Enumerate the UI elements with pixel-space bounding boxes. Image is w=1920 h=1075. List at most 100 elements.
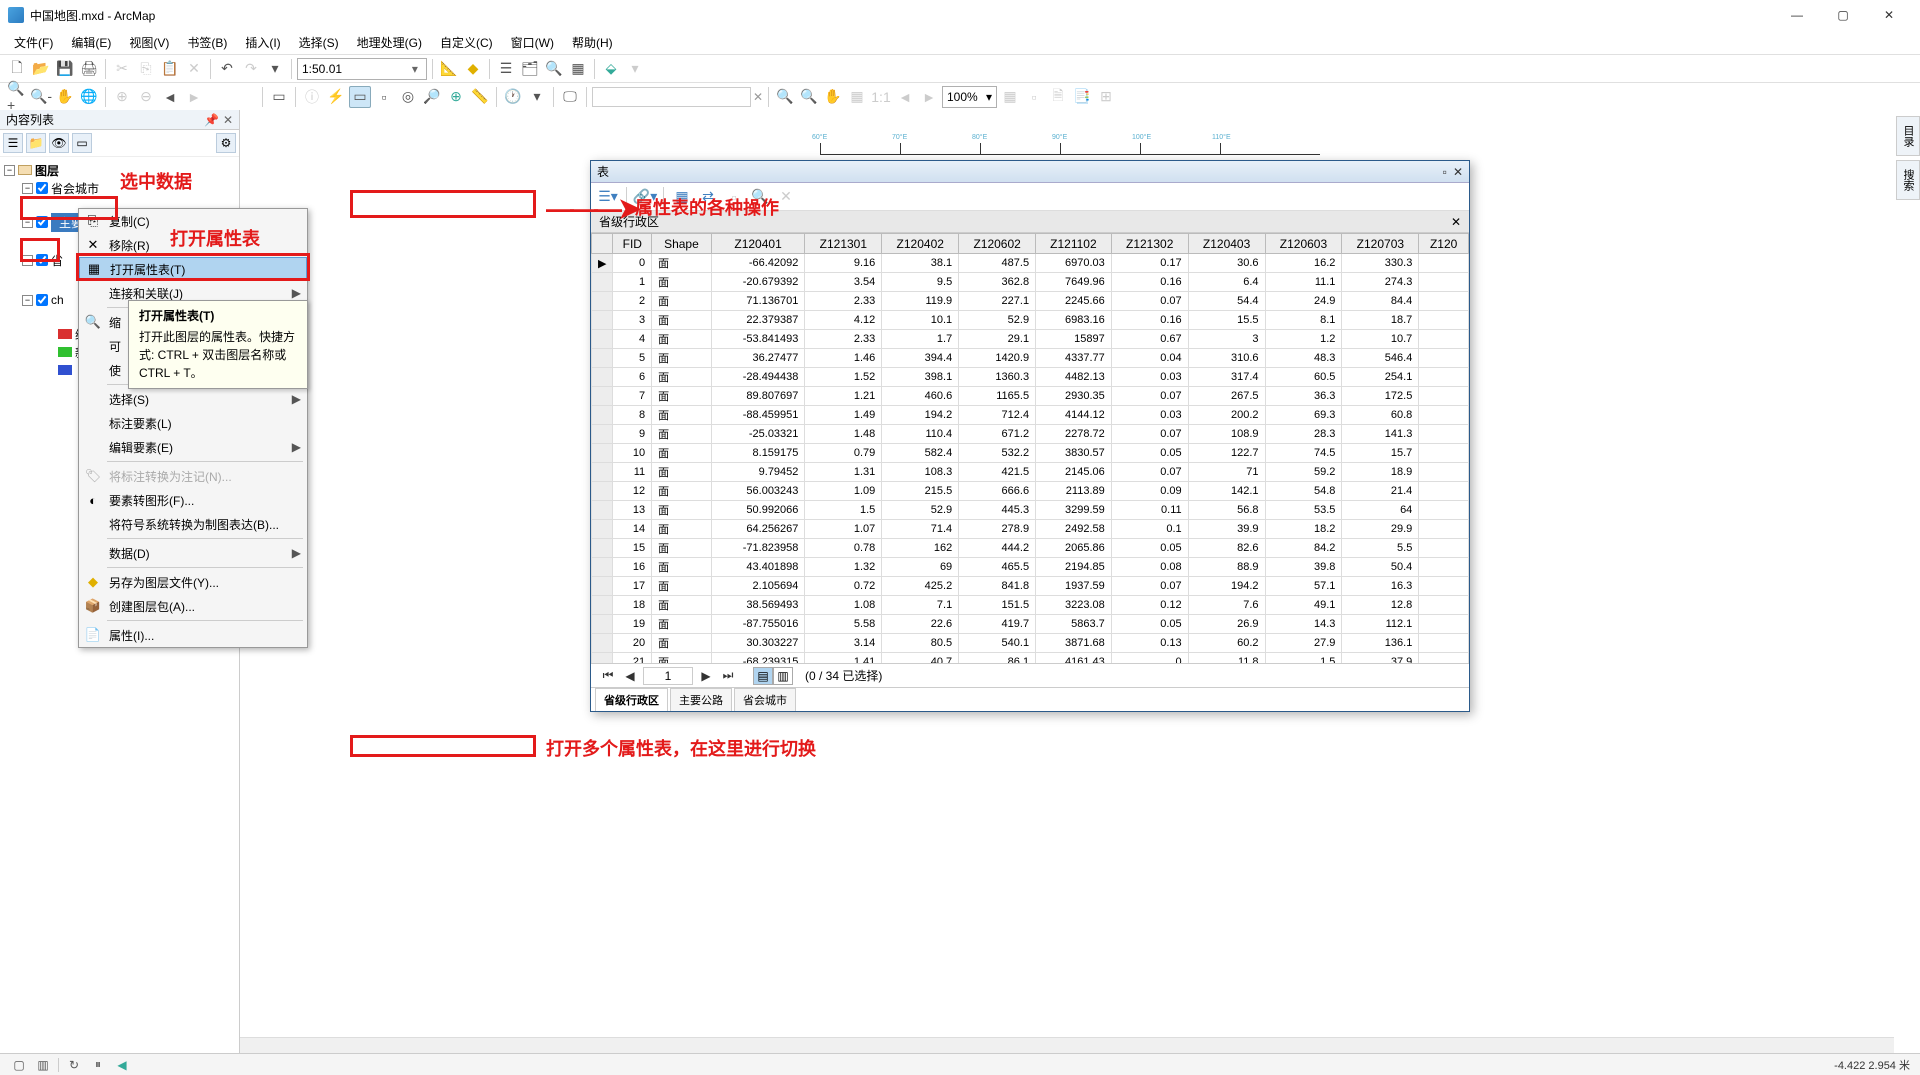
attribute-table-tab[interactable]: 省级行政区 — [595, 688, 668, 711]
layer-checkbox[interactable] — [36, 182, 48, 194]
table-row[interactable]: 11面9.794521.31108.3421.52145.060.077159.… — [592, 463, 1469, 482]
table-row[interactable]: 9面-25.033211.48110.4671.22278.720.07108.… — [592, 425, 1469, 444]
editor-toolbar-btn[interactable]: 📐 — [438, 58, 460, 80]
copy-button[interactable]: ⎘ — [135, 58, 157, 80]
undo-dropdown[interactable]: ▾ — [264, 58, 286, 80]
select-features-button[interactable]: ▭ — [349, 86, 371, 108]
cut-button[interactable]: ✂ — [111, 58, 133, 80]
table-row[interactable]: 18面38.5694931.087.1151.53223.080.127.649… — [592, 596, 1469, 615]
delete-button[interactable]: ✕ — [183, 58, 205, 80]
go-to-xy-button[interactable]: ⊕ — [445, 86, 467, 108]
scale-dropdown-icon[interactable]: ▾ — [408, 62, 422, 76]
close-button[interactable]: ✕ — [1866, 0, 1912, 30]
column-header[interactable]: Z120602 — [959, 234, 1036, 254]
attribute-table-tab[interactable]: 省会城市 — [734, 688, 796, 711]
pan-button[interactable]: ✋ — [54, 86, 76, 108]
column-header[interactable]: Z120603 — [1265, 234, 1342, 254]
record-number-input[interactable] — [643, 667, 693, 685]
python-button[interactable]: ▦ — [567, 58, 589, 80]
table-grid[interactable]: FIDShapeZ120401Z121301Z120402Z120602Z121… — [591, 233, 1469, 663]
layer-checkbox[interactable] — [36, 254, 48, 266]
save-button[interactable]: 💾 — [54, 58, 76, 80]
menu-item[interactable]: 自定义(C) — [432, 31, 501, 54]
menu-item[interactable]: 文件(F) — [6, 31, 61, 54]
change-layout[interactable]: 🗎 — [1047, 86, 1069, 108]
menu-item[interactable]: 插入(I) — [237, 31, 288, 54]
expand-icon[interactable]: − — [22, 217, 33, 228]
print-button[interactable]: 🖨 — [78, 58, 100, 80]
next-record-button[interactable]: ▶ — [697, 667, 715, 685]
find-button[interactable]: 🔎 — [421, 86, 443, 108]
ctx-convert-symbology[interactable]: 将符号系统转换为制图表达(B)... — [79, 512, 307, 536]
table-row[interactable]: 2面71.1367012.33119.9227.12245.660.0754.4… — [592, 292, 1469, 311]
more-button[interactable]: ▾ — [624, 58, 646, 80]
ctx-properties[interactable]: 📄属性(I)... — [79, 623, 307, 647]
focus-data-frame[interactable]: ▫ — [1023, 86, 1045, 108]
ctx-selection[interactable]: 选择(S)▶ — [79, 387, 307, 411]
column-header[interactable]: Shape — [652, 234, 712, 254]
related-tables-button[interactable]: 🔗▾ — [634, 186, 656, 208]
last-record-button[interactable]: ⏭ — [719, 667, 737, 685]
clear-selection-button[interactable]: ▫ — [373, 86, 395, 108]
column-header[interactable] — [592, 234, 613, 254]
table-row[interactable]: 7面89.8076971.21460.61165.52930.350.07267… — [592, 387, 1469, 406]
back-button[interactable]: ◄ — [159, 86, 181, 108]
menu-item[interactable]: 窗口(W) — [503, 31, 562, 54]
maximize-button[interactable]: ▢ — [1820, 0, 1866, 30]
table-row[interactable]: 17面2.1056940.72425.2841.81937.590.07194.… — [592, 577, 1469, 596]
ctx-label-features[interactable]: 标注要素(L) — [79, 411, 307, 435]
layout-view-button[interactable]: ▥ — [34, 1056, 52, 1074]
table-row[interactable]: 21面-68.2393151.4140.786.14161.43011.81.5… — [592, 653, 1469, 664]
open-button[interactable]: 📂 — [30, 58, 52, 80]
table-row[interactable]: 13面50.9920661.552.9445.33299.590.1156.85… — [592, 501, 1469, 520]
layout-back[interactable]: ◄ — [894, 86, 916, 108]
data-view-button[interactable]: ▢ — [10, 1056, 28, 1074]
delete-selected-button[interactable]: ✕ — [775, 186, 797, 208]
triangle-button[interactable]: ◀ — [113, 1056, 131, 1074]
menu-item[interactable]: 帮助(H) — [564, 31, 621, 54]
viewer-button[interactable]: 🖵 — [559, 86, 581, 108]
column-header[interactable]: Z120401 — [711, 234, 805, 254]
layout-pan[interactable]: ✋ — [822, 86, 844, 108]
pause-button[interactable]: ⏸ — [89, 1056, 107, 1074]
select-element-button[interactable]: ▭ — [268, 86, 290, 108]
expand-icon[interactable]: − — [22, 295, 33, 306]
table-titlebar[interactable]: 表 ▫ ✕ — [591, 161, 1469, 183]
clear-selection-table-button[interactable]: ▫ — [723, 186, 745, 208]
column-header[interactable]: Z120403 — [1188, 234, 1265, 254]
expand-icon[interactable]: − — [22, 183, 33, 194]
menu-item[interactable]: 选择(S) — [291, 31, 347, 54]
table-options-button[interactable]: ☰▾ — [597, 186, 619, 208]
layout-whole[interactable]: ▦ — [846, 86, 868, 108]
expand-icon[interactable]: − — [22, 255, 33, 266]
layer-label[interactable]: 省会城市 — [51, 180, 99, 197]
column-header[interactable]: Z121301 — [805, 234, 882, 254]
menu-item[interactable]: 视图(V) — [121, 31, 177, 54]
column-header[interactable]: Z120 — [1419, 234, 1469, 254]
html-popup-button[interactable]: ▾ — [526, 86, 548, 108]
table-row[interactable]: 4面-53.8414932.331.729.1158970.6731.210.7 — [592, 330, 1469, 349]
refresh-button[interactable]: ↻ — [65, 1056, 83, 1074]
grid-button[interactable]: ⊞ — [1095, 86, 1117, 108]
add-data-button[interactable]: ◆ — [462, 58, 484, 80]
column-header[interactable]: Z121102 — [1036, 234, 1112, 254]
list-by-visibility[interactable]: 👁 — [49, 133, 69, 153]
layout-100[interactable]: 1:1 — [870, 86, 892, 108]
redo-button[interactable]: ↷ — [240, 58, 262, 80]
column-header[interactable]: FID — [613, 234, 652, 254]
menu-item[interactable]: 地理处理(G) — [349, 31, 430, 54]
list-by-selection[interactable]: ▭ — [72, 133, 92, 153]
layers-root-label[interactable]: 图层 — [35, 162, 59, 179]
table-row[interactable]: 8面-88.4599511.49194.2712.44144.120.03200… — [592, 406, 1469, 425]
table-row[interactable]: 3面22.3793874.1210.152.96983.160.1615.58.… — [592, 311, 1469, 330]
search-window-button[interactable]: 🔍 — [543, 58, 565, 80]
table-row[interactable]: 12面56.0032431.09215.5666.62113.890.09142… — [592, 482, 1469, 501]
expand-icon[interactable]: − — [4, 165, 15, 176]
table-row[interactable]: 19面-87.7550165.5822.6419.75863.70.0526.9… — [592, 615, 1469, 634]
layer-label[interactable]: 省 — [51, 252, 63, 269]
ctx-open-attribute-table[interactable]: ▦打开属性表(T) — [79, 257, 307, 281]
table-row[interactable]: 6面-28.4944381.52398.11360.34482.130.0331… — [592, 368, 1469, 387]
layout-zoom-out[interactable]: 🔍 — [798, 86, 820, 108]
column-header[interactable]: Z121302 — [1111, 234, 1188, 254]
close-icon[interactable]: ✕ — [1453, 165, 1463, 179]
